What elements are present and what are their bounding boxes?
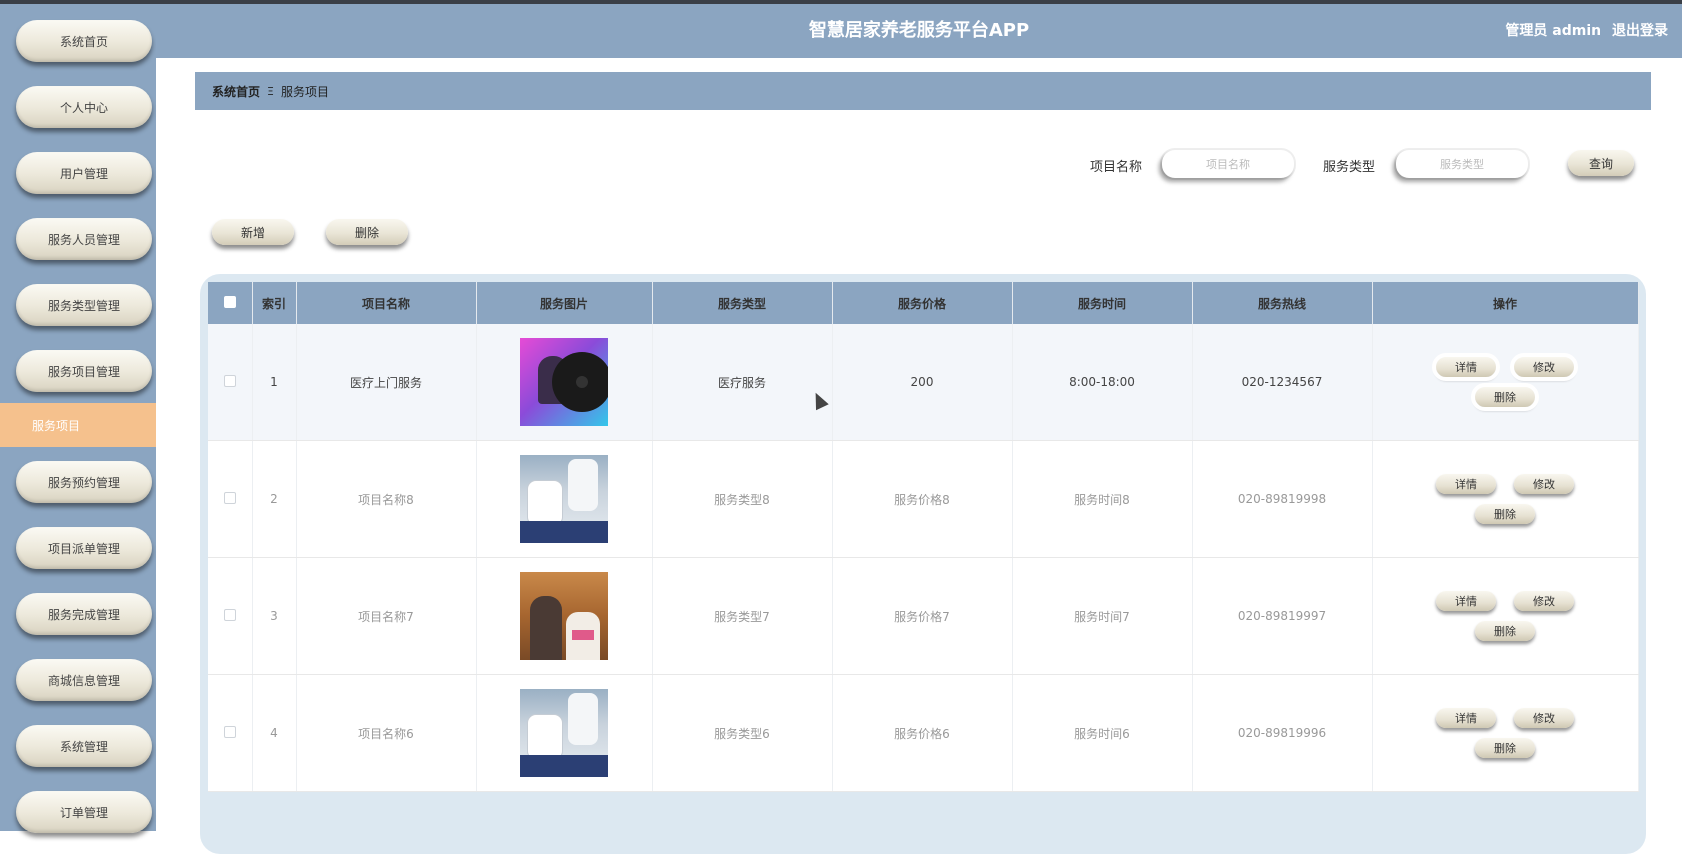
row-time: 服务时间6 (1012, 674, 1193, 792)
row-actions: 详情 修改 删除 (1372, 674, 1639, 792)
sidebar-item-staff[interactable]: 服务人员管理 (16, 218, 152, 260)
row-checkbox[interactable] (223, 608, 236, 621)
breadcrumb-current: 服务项目 (280, 84, 329, 99)
row-price: 服务价格8 (832, 440, 1013, 558)
breadcrumb-home[interactable]: 系统首页 (212, 83, 260, 100)
top-header: 智慧居家养老服务平台APP 管理员 admin 退出登录 (156, 4, 1682, 58)
row-name: 项目名称8 (296, 440, 477, 558)
row-type: 医疗服务 (652, 324, 833, 441)
sidebar-subitem-service-items-active[interactable]: 服务项目 (0, 403, 156, 447)
sidebar-item-service-types[interactable]: 服务类型管理 (16, 284, 152, 326)
elderly-care-image[interactable] (520, 572, 608, 660)
select-all-checkbox[interactable] (223, 295, 236, 308)
delete-button[interactable]: 删除 (1475, 621, 1535, 641)
table-row: 2 项目名称8 服务类型8 服务价格8 服务时间8 020-89819998 详… (208, 440, 1639, 558)
row-time: 服务时间8 (1012, 440, 1193, 558)
batch-delete-button[interactable]: 删除 (326, 219, 408, 245)
edit-button[interactable]: 修改 (1514, 708, 1574, 728)
breadcrumb: 系统首页 Ξ 服务项目 (195, 72, 1651, 110)
sidebar: 系统首页 个人中心 用户管理 服务人员管理 服务类型管理 服务项目管理 服务项目… (0, 4, 156, 833)
row-index: 4 (252, 674, 297, 792)
row-index: 1 (252, 324, 297, 441)
sidebar-item-dispatch[interactable]: 项目派单管理 (16, 527, 152, 569)
row-hotline: 020-1234567 (1192, 324, 1373, 441)
column-header-time: 服务时间 (1012, 282, 1193, 324)
row-name: 项目名称7 (296, 557, 477, 675)
table-row: 4 项目名称6 服务类型6 服务价格6 服务时间6 020-89819996 详… (208, 674, 1639, 792)
column-header-type: 服务类型 (652, 282, 833, 324)
row-time: 服务时间7 (1012, 557, 1193, 675)
row-actions: 详情 修改 删除 (1372, 557, 1639, 675)
delete-button[interactable]: 删除 (1475, 738, 1535, 758)
sidebar-item-home[interactable]: 系统首页 (16, 20, 152, 62)
row-time: 8:00-18:00 (1012, 324, 1193, 441)
column-header-index: 索引 (252, 282, 297, 324)
row-hotline: 020-89819997 (1192, 557, 1373, 675)
search-name-label: 项目名称 (1090, 160, 1143, 175)
sidebar-item-reservations[interactable]: 服务预约管理 (16, 461, 152, 503)
row-hotline: 020-89819996 (1192, 674, 1373, 792)
table-row: 1 医疗上门服务 医疗服务 200 8:00-18:00 020-1234567… (208, 324, 1639, 441)
search-type-input[interactable] (1396, 150, 1528, 178)
column-header-name: 项目名称 (296, 282, 477, 324)
row-checkbox[interactable] (223, 491, 236, 504)
row-hotline: 020-89819998 (1192, 440, 1373, 558)
column-header-hotline: 服务热线 (1192, 282, 1373, 324)
user-area: 管理员 admin 退出登录 (1499, 4, 1668, 58)
sidebar-item-orders[interactable]: 订单管理 (16, 791, 152, 833)
row-price: 服务价格6 (832, 674, 1013, 792)
row-actions: 详情 修改 删除 (1372, 324, 1639, 441)
row-name: 医疗上门服务 (296, 324, 477, 441)
row-image-cell (476, 324, 653, 441)
detail-button[interactable]: 详情 (1436, 474, 1496, 494)
row-checkbox[interactable] (223, 374, 236, 387)
column-header-price: 服务价格 (832, 282, 1013, 324)
sidebar-item-profile[interactable]: 个人中心 (16, 86, 152, 128)
row-image-cell (476, 440, 653, 558)
add-button[interactable]: 新增 (212, 219, 294, 245)
edit-button[interactable]: 修改 (1514, 591, 1574, 611)
logout-link[interactable]: 退出登录 (1612, 23, 1668, 39)
search-type-label: 服务类型 (1323, 160, 1376, 175)
select-all-cell[interactable] (208, 282, 253, 324)
nurse-care-image[interactable] (520, 689, 608, 777)
column-header-image: 服务图片 (476, 282, 653, 324)
column-header-actions: 操作 (1372, 282, 1639, 324)
album-cover-image[interactable] (520, 338, 608, 426)
row-image-cell (476, 674, 653, 792)
detail-button[interactable]: 详情 (1432, 353, 1500, 381)
edit-button[interactable]: 修改 (1514, 474, 1574, 494)
row-name: 项目名称6 (296, 674, 477, 792)
sidebar-item-mall[interactable]: 商城信息管理 (16, 659, 152, 701)
app-title: 智慧居家养老服务平台APP (808, 20, 1030, 41)
sidebar-item-service-items[interactable]: 服务项目管理 (16, 350, 152, 392)
query-button[interactable]: 查询 (1568, 150, 1634, 176)
detail-button[interactable]: 详情 (1436, 708, 1496, 728)
row-checkbox[interactable] (223, 725, 236, 738)
row-price: 200 (832, 324, 1013, 441)
admin-label: 管理员 admin (1505, 23, 1602, 39)
service-items-table: 索引 项目名称 服务图片 服务类型 服务价格 服务时间 服务热线 操作 1 医疗… (208, 282, 1639, 792)
nurse-care-image[interactable] (520, 455, 608, 543)
table-header-row: 索引 项目名称 服务图片 服务类型 服务价格 服务时间 服务热线 操作 (208, 282, 1639, 324)
sidebar-item-system[interactable]: 系统管理 (16, 725, 152, 767)
row-type: 服务类型7 (652, 557, 833, 675)
row-price: 服务价格7 (832, 557, 1013, 675)
table-row: 3 项目名称7 服务类型7 服务价格7 服务时间7 020-89819997 详… (208, 557, 1639, 675)
row-image-cell (476, 557, 653, 675)
edit-button[interactable]: 修改 (1510, 353, 1578, 381)
row-actions: 详情 修改 删除 (1372, 440, 1639, 558)
row-type: 服务类型8 (652, 440, 833, 558)
sidebar-item-users[interactable]: 用户管理 (16, 152, 152, 194)
sidebar-item-completion[interactable]: 服务完成管理 (16, 593, 152, 635)
breadcrumb-separator-icon: Ξ (267, 84, 274, 98)
row-index: 2 (252, 440, 297, 558)
delete-button[interactable]: 删除 (1471, 383, 1539, 411)
row-index: 3 (252, 557, 297, 675)
delete-button[interactable]: 删除 (1475, 504, 1535, 524)
detail-button[interactable]: 详情 (1436, 591, 1496, 611)
search-name-input[interactable] (1162, 150, 1294, 178)
row-type: 服务类型6 (652, 674, 833, 792)
